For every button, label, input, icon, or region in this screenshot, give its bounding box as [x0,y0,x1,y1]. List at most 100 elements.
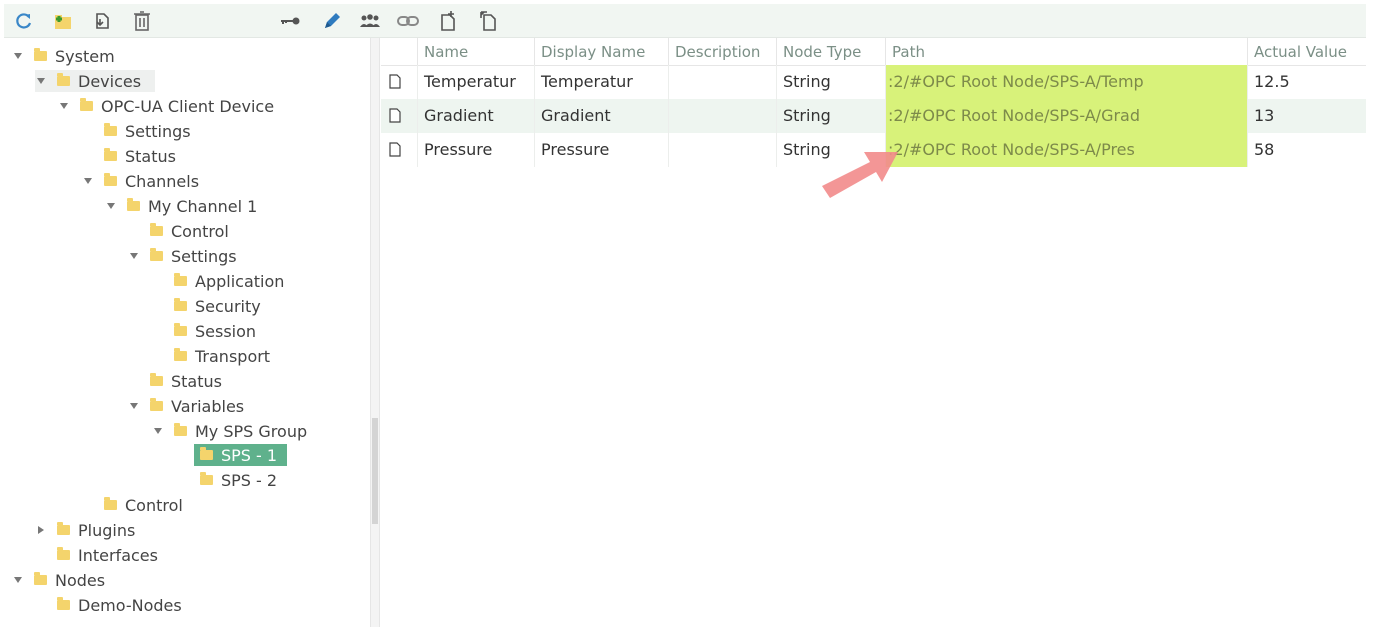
column-header-node-type[interactable]: Node Type [776,38,885,66]
users-icon[interactable] [358,9,382,33]
tree-item-label: System [55,46,115,66]
tree-item-opc-ua-client-device[interactable]: OPC-UA Client Device [58,95,274,117]
column-header-actual-value[interactable]: Actual Value [1247,38,1366,66]
scrollbar-thumb[interactable] [372,418,378,524]
cell-name[interactable]: Temperatur [417,65,534,99]
chevron-down-icon[interactable] [35,70,47,92]
panel-splitter[interactable] [370,38,380,627]
add-folder-icon[interactable] [50,9,74,33]
tree-item-label: SPS - 1 [221,445,278,465]
tree-item-plugins[interactable]: Plugins [35,519,135,541]
header-icon-column [381,38,417,66]
tree-item-label: My SPS Group [195,421,308,441]
table-row[interactable]: Gradient Gradient String :2/#OPC Root No… [381,99,1366,133]
document-icon [389,142,401,157]
new-document-icon[interactable] [436,9,460,33]
table-row[interactable]: Temperatur Temperatur String :2/#OPC Roo… [381,65,1366,99]
tree-item-demo-nodes[interactable]: Demo-Nodes [35,594,182,616]
chevron-down-icon[interactable] [12,45,24,67]
cell-name[interactable]: Gradient [417,99,534,133]
tree-item-variables[interactable]: Variables [128,395,244,417]
tree-panel: System Devices OPC-UA Client Device Sett… [4,38,370,627]
folder-icon [127,198,140,211]
column-header-description[interactable]: Description [668,38,776,66]
tree-item-label: Transport [195,346,271,366]
tree-item-application[interactable]: Application [152,270,284,292]
tree-item-nodes[interactable]: Nodes [12,569,105,591]
folder-icon [150,248,163,261]
cell-actual-value[interactable]: 58 [1247,133,1366,167]
folder-icon [200,447,213,460]
delete-icon[interactable] [130,9,154,33]
cell-actual-value[interactable]: 13 [1247,99,1366,133]
tree-item-system[interactable]: System [12,45,115,67]
column-header-display-name[interactable]: Display Name [534,38,668,66]
tree-item-transport[interactable]: Transport [152,345,270,367]
cell-display-name[interactable]: Temperatur [534,65,668,99]
folder-icon [174,323,187,336]
tree-item-channels[interactable]: Channels [82,170,199,192]
tree-item-label: Demo-Nodes [78,595,182,615]
tree-item-label: Channels [125,171,200,191]
cell-path[interactable]: :2/#OPC Root Node/SPS-A/Grad [885,99,1247,133]
tree-item-label: Settings [125,121,191,141]
tree-item-label: Status [125,146,176,166]
tree-item-security[interactable]: Security [152,295,261,317]
folder-icon [150,373,163,386]
tree-item-control[interactable]: Control [128,220,229,242]
chevron-down-icon[interactable] [105,195,117,217]
tree-item-label: Settings [171,246,237,266]
tree-item-session[interactable]: Session [152,320,256,342]
import-icon[interactable] [90,9,114,33]
chevron-down-icon[interactable] [82,170,94,192]
new-child-document-icon[interactable] [476,9,500,33]
cell-path[interactable]: :2/#OPC Root Node/SPS-A/Pres [885,133,1247,167]
cell-display-name[interactable]: Pressure [534,133,668,167]
cell-description[interactable] [668,133,776,167]
tree-item-label: Session [195,321,257,341]
folder-icon [174,348,187,361]
chevron-down-icon[interactable] [128,395,140,417]
folder-icon [150,398,163,411]
tree-item-label: My Channel 1 [148,196,258,216]
column-header-name[interactable]: Name [417,38,534,66]
tree-item-devices[interactable]: Devices [35,70,156,92]
tree-item-label: Interfaces [78,545,158,565]
tree-item-label: SPS - 2 [221,470,278,490]
grid-header: Name Display Name Description Node Type … [381,38,1366,66]
document-icon [389,108,401,123]
tree-item-interfaces[interactable]: Interfaces [35,544,158,566]
link-icon[interactable] [396,9,420,33]
cell-node-type[interactable]: String [776,99,885,133]
chevron-down-icon[interactable] [12,569,24,591]
tree-item-settings[interactable]: Settings [128,245,237,267]
tree-item-sps-1[interactable]: SPS - 1 [194,444,288,466]
tree-item-status[interactable]: Status [82,145,176,167]
folder-icon [174,298,187,311]
chevron-down-icon[interactable] [152,420,164,442]
cell-display-name[interactable]: Gradient [534,99,668,133]
tree-item-control[interactable]: Control [82,494,183,516]
tree-item-status[interactable]: Status [128,370,222,392]
tree-item-my-channel-1[interactable]: My Channel 1 [105,195,257,217]
folder-icon [104,173,117,186]
key-icon[interactable] [278,9,302,33]
chevron-down-icon[interactable] [128,245,140,267]
tree-item-settings[interactable]: Settings [82,120,191,142]
cell-node-type[interactable]: String [776,65,885,99]
tree-item-sps-2[interactable]: SPS - 2 [200,469,277,491]
column-header-path[interactable]: Path [885,38,1247,66]
cell-name[interactable]: Pressure [417,133,534,167]
tree-item-label: Control [171,221,229,241]
chevron-right-icon[interactable] [35,519,47,541]
tree-item-label: Devices [78,71,142,91]
tree-item-my-sps-group[interactable]: My SPS Group [152,420,307,442]
cell-description[interactable] [668,65,776,99]
cell-description[interactable] [668,99,776,133]
cell-path[interactable]: :2/#OPC Root Node/SPS-A/Temp [885,65,1247,99]
chevron-down-icon[interactable] [58,95,70,117]
cell-actual-value[interactable]: 12.5 [1247,65,1366,99]
pencil-icon[interactable] [320,9,344,33]
tree-item-label: Control [125,495,183,515]
refresh-icon[interactable] [12,9,36,33]
